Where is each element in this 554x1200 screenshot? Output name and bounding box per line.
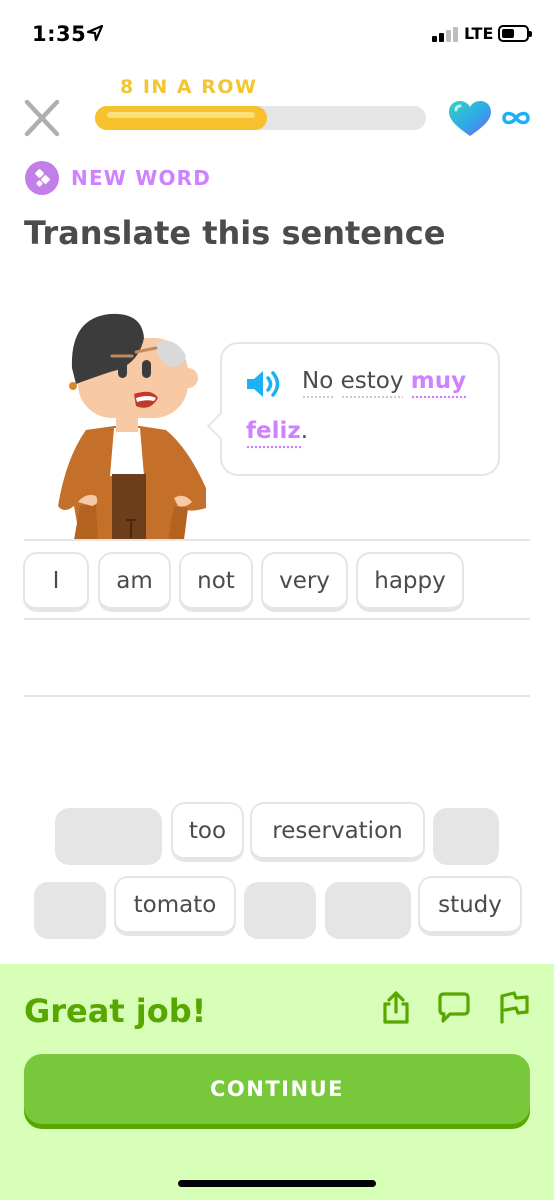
answer-line bbox=[24, 618, 530, 620]
word-bank-slot-empty bbox=[55, 808, 162, 865]
status-time: 1:35 bbox=[32, 22, 87, 46]
character-illustration bbox=[58, 313, 206, 540]
word-bank-chip[interactable]: too bbox=[171, 802, 244, 862]
infinity-icon bbox=[502, 111, 530, 125]
continue-button[interactable]: CONTINUE bbox=[24, 1054, 530, 1124]
speaker-icon[interactable] bbox=[244, 368, 284, 400]
location-arrow-icon bbox=[86, 24, 104, 42]
answer-word-chip[interactable]: happy bbox=[356, 552, 464, 612]
new-word-label: NEW WORD bbox=[71, 166, 212, 190]
signal-icon bbox=[432, 26, 460, 42]
prompt-token[interactable]: estoy bbox=[340, 368, 404, 399]
prompt-token-new-word[interactable]: muy bbox=[410, 368, 467, 399]
word-bank-slot-empty bbox=[244, 882, 316, 939]
answer-line bbox=[24, 695, 530, 697]
battery-icon bbox=[498, 25, 532, 42]
instruction-title: Translate this sentence bbox=[24, 214, 446, 252]
prompt-token-new-word[interactable]: feliz bbox=[246, 418, 301, 449]
close-icon bbox=[24, 99, 60, 137]
share-icon[interactable] bbox=[378, 990, 414, 1026]
home-indicator bbox=[178, 1180, 376, 1187]
word-bank-slot-empty bbox=[433, 808, 499, 865]
report-flag-icon[interactable] bbox=[496, 990, 532, 1026]
progress-fill bbox=[95, 106, 268, 130]
status-bar: 1:35 LTE bbox=[0, 0, 554, 70]
word-bank-chip[interactable]: tomato bbox=[114, 876, 236, 936]
speech-bubble: No estoy muy feliz. bbox=[206, 342, 500, 476]
comment-icon[interactable] bbox=[436, 990, 472, 1026]
answer-word-chip[interactable]: not bbox=[179, 552, 253, 612]
word-bank-chip[interactable]: reservation bbox=[250, 802, 425, 862]
lesson-progress-bar bbox=[95, 106, 426, 130]
prompt-line-2: feliz. bbox=[246, 418, 308, 449]
prompt-punctuation: . bbox=[300, 418, 309, 444]
heart-icon[interactable] bbox=[447, 100, 493, 138]
word-bank-slot-empty bbox=[34, 882, 106, 939]
network-type: LTE bbox=[464, 24, 494, 43]
feedback-footer: Great job! CONTINUE bbox=[0, 964, 554, 1200]
new-word-badge-icon bbox=[25, 161, 59, 195]
prompt-line-1: No estoy muy bbox=[302, 368, 467, 399]
answer-line bbox=[24, 539, 530, 541]
progress-shine bbox=[107, 112, 256, 118]
feedback-message: Great job! bbox=[24, 992, 207, 1030]
answer-word-chip[interactable]: I bbox=[23, 552, 89, 612]
answer-word-chip[interactable]: am bbox=[98, 552, 171, 612]
answer-word-chip[interactable]: very bbox=[261, 552, 348, 612]
word-bank-slot-empty bbox=[325, 882, 411, 939]
word-bank-chip[interactable]: study bbox=[418, 876, 522, 936]
close-button[interactable] bbox=[22, 97, 62, 139]
streak-label: 8 IN A ROW bbox=[120, 76, 258, 98]
prompt-token[interactable]: No bbox=[302, 368, 334, 399]
